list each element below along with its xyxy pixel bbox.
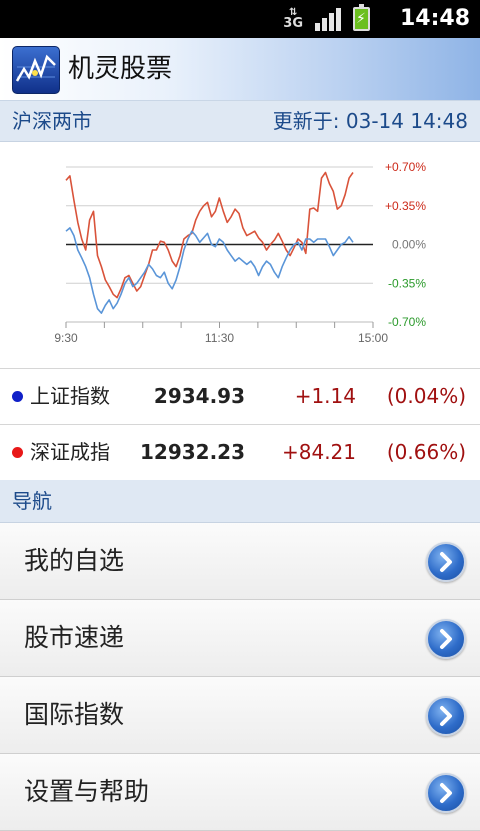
index-row-shenzhen[interactable]: 深证成指 12932.23 +84.21 (0.66%) — [0, 425, 480, 481]
index-change: +84.21 — [281, 440, 356, 464]
arrow-right-icon[interactable] — [426, 619, 466, 659]
index-change-percent: (0.04%) — [386, 384, 466, 408]
index-name: 深证成指 — [30, 440, 110, 464]
market-header: 沪深两市 更新于: 03-14 14:48 — [0, 101, 480, 142]
index-dot — [12, 391, 23, 402]
signal-icon — [315, 7, 341, 31]
x-tick-label: 15:00 — [358, 331, 388, 345]
index-change-percent: (0.66%) — [386, 440, 466, 464]
status-time: 14:48 — [399, 6, 470, 31]
arrow-right-icon[interactable] — [426, 696, 466, 736]
index-value: 12932.23 — [139, 440, 245, 464]
status-icons: ⇅ 3G ⚡ — [283, 4, 370, 32]
series-line — [65, 227, 354, 314]
app-header: 机灵股票 — [0, 38, 480, 101]
nav-item-international-indices[interactable]: 国际指数 — [0, 677, 480, 754]
index-dot — [12, 447, 23, 458]
arrow-right-icon[interactable] — [426, 542, 466, 582]
update-time: 更新于: 03-14 14:48 — [272, 109, 468, 133]
intraday-chart: +0.70% +0.35% 0.00% -0.35% -0.70% 9:30 11:30 15… — [0, 142, 480, 369]
battery-charging-icon: ⚡ — [353, 4, 370, 31]
network-label: 3G — [283, 16, 303, 31]
index-row-shanghai[interactable]: 上证指数 2934.93 +1.14 (0.04%) — [0, 369, 480, 425]
nav-item-label: 国际指数 — [24, 700, 125, 729]
x-tick-label: 9:30 — [54, 331, 78, 345]
nav-header-label: 导航 — [12, 489, 52, 513]
nav-item-label: 我的自选 — [24, 546, 125, 575]
series-line — [65, 171, 354, 299]
index-change: +1.14 — [294, 384, 356, 408]
chart-svg: +0.70% +0.35% 0.00% -0.35% -0.70% 9:30 11:30 15… — [54, 160, 426, 345]
nav-item-label: 股市速递 — [24, 623, 125, 652]
app-title: 机灵股票 — [68, 54, 173, 84]
y-tick-label: +0.70% — [385, 160, 426, 174]
nav-item-label: 设置与帮助 — [24, 777, 150, 806]
network-3g-icon: ⇅ 3G — [283, 7, 303, 31]
nav-item-market-news[interactable]: 股市速递 — [0, 600, 480, 677]
index-value: 2934.93 — [153, 384, 245, 408]
y-tick-label: 0.00% — [392, 238, 426, 252]
y-tick-label: -0.35% — [388, 276, 426, 290]
status-bar: ⇅ 3G ⚡ 14:48 — [0, 0, 480, 38]
y-tick-label: +0.35% — [385, 199, 426, 213]
app-logo-icon — [12, 46, 60, 94]
nav-item-settings-help[interactable]: 设置与帮助 — [0, 754, 480, 831]
y-tick-label: -0.70% — [388, 315, 426, 329]
index-name: 上证指数 — [30, 384, 110, 408]
x-tick-label: 11:30 — [205, 331, 234, 345]
nav-item-watchlist[interactable]: 我的自选 — [0, 523, 480, 600]
nav-section-header: 导航 — [0, 480, 480, 523]
market-region: 沪深两市 — [12, 109, 92, 133]
arrow-right-icon[interactable] — [426, 773, 466, 813]
